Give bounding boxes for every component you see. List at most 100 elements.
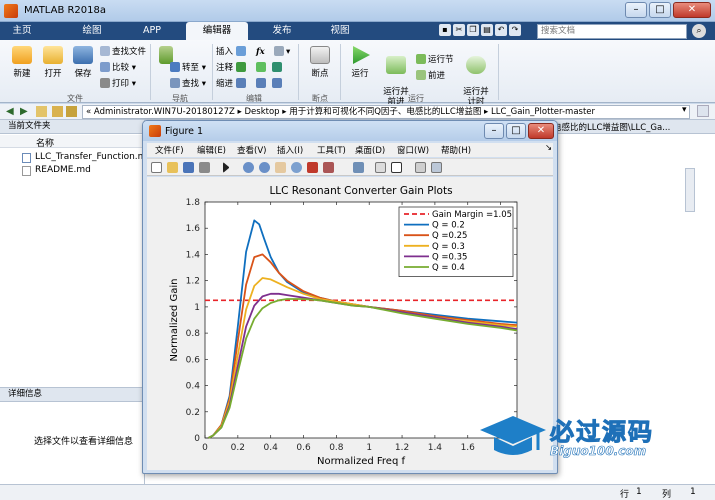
colorbar-icon[interactable] <box>375 162 386 173</box>
tab-view[interactable]: 视图 <box>320 22 360 40</box>
insert-button[interactable]: 插入 <box>216 46 248 58</box>
menu-dock-icon[interactable]: ↘ <box>545 143 552 153</box>
m-file-icon <box>22 153 31 163</box>
file-list-item[interactable]: LLC_Transfer_Function.m <box>22 152 146 164</box>
cut-quick-icon[interactable]: ✂ <box>453 24 465 36</box>
compare-button[interactable]: 比较 ▾ <box>100 62 136 74</box>
percent-comment-icon <box>235 62 246 72</box>
tab-plots[interactable]: 绘图 <box>72 22 112 40</box>
link-plot-icon[interactable] <box>353 162 364 173</box>
y-tick-label: 0.6 <box>186 355 201 365</box>
advance-button[interactable]: 前进 <box>416 70 445 82</box>
run-and-time-button[interactable]: 运行并 计时 <box>460 46 492 107</box>
open-button[interactable]: 打开 <box>40 46 66 79</box>
maximize-button[interactable]: □ <box>649 2 671 18</box>
menu-tools[interactable]: 工具(T) <box>317 144 346 156</box>
figure-minimize-button[interactable]: – <box>484 123 504 139</box>
insert-icon <box>235 46 246 56</box>
save-button[interactable]: 保存 <box>70 46 96 79</box>
format-button[interactable]: ▾ <box>274 46 290 58</box>
brush-icon[interactable] <box>323 162 334 173</box>
menu-help[interactable]: 帮助(H) <box>441 144 471 156</box>
up-folder-icon[interactable] <box>36 106 47 117</box>
search-folder-icon[interactable] <box>697 105 709 117</box>
wrap-comment-button[interactable] <box>272 62 284 74</box>
browse-folder-icon[interactable] <box>52 106 63 117</box>
print-button[interactable]: 打印 ▾ <box>100 78 136 90</box>
run-section-button[interactable]: 运行节 <box>416 54 454 66</box>
rotate-3d-icon[interactable] <box>291 162 302 173</box>
y-tick-label: 0.8 <box>186 329 201 339</box>
tab-home[interactable]: 主页 <box>2 22 42 40</box>
indent-button[interactable]: 缩进 <box>216 78 248 90</box>
magnifier-icon <box>170 78 180 88</box>
uncomment-icon <box>256 62 266 72</box>
find-files-button[interactable]: 查找文件 <box>100 46 146 58</box>
figure-maximize-button[interactable]: □ <box>506 123 526 139</box>
legend-entry: Q = 0.2 <box>432 221 465 231</box>
legend-icon[interactable] <box>391 162 402 173</box>
copy-quick-icon[interactable]: ❐ <box>467 24 479 36</box>
new-button[interactable]: 新建 <box>8 46 36 79</box>
new-figure-icon[interactable] <box>151 162 162 173</box>
menu-edit[interactable]: 编辑(E) <box>197 144 226 156</box>
x-tick-label: 0.2 <box>231 443 245 453</box>
group-label-run: 运行 <box>408 94 424 103</box>
file-list-item[interactable]: README.md <box>22 165 142 177</box>
vertical-scrollbar[interactable] <box>685 168 695 212</box>
close-button[interactable]: ✕ <box>673 2 711 18</box>
menu-window[interactable]: 窗口(W) <box>397 144 429 156</box>
data-cursor-icon[interactable] <box>307 162 318 173</box>
row-label: 行 <box>620 490 630 500</box>
breakpoints-button[interactable]: 断点 <box>305 46 335 79</box>
minimize-button[interactable]: – <box>625 2 647 18</box>
y-axis-label: Normalized Gain <box>169 279 180 362</box>
path-dropdown-icon[interactable]: ▾ <box>682 105 687 115</box>
redo-quick-icon[interactable]: ↷ <box>509 24 521 36</box>
increase-indent-button[interactable] <box>256 78 268 90</box>
help-search-icon[interactable]: ⌕ <box>692 24 706 38</box>
paste-quick-icon[interactable]: ▤ <box>481 24 493 36</box>
pan-hand-icon[interactable] <box>275 162 286 173</box>
tab-publish[interactable]: 发布 <box>262 22 302 40</box>
zoom-out-icon[interactable] <box>259 162 270 173</box>
decrease-indent-button[interactable] <box>272 78 284 90</box>
save-quick-icon[interactable]: ▪ <box>439 24 451 36</box>
advance-icon <box>416 70 426 80</box>
open-file-icon[interactable] <box>167 162 178 173</box>
search-documentation-input[interactable]: 搜索文档 <box>537 24 687 39</box>
details-title: 详细信息 <box>0 388 144 402</box>
find-button[interactable]: 查找 ▾ <box>170 78 206 90</box>
graduation-cap-icon <box>480 416 546 455</box>
show-plot-tools-icon[interactable] <box>431 162 442 173</box>
menu-insert[interactable]: 插入(I) <box>277 144 303 156</box>
y-tick-label: 0 <box>194 434 200 444</box>
undo-quick-icon[interactable]: ↶ <box>495 24 507 36</box>
comment-button[interactable]: 注释 <box>216 62 248 74</box>
menu-view[interactable]: 查看(V) <box>237 144 266 156</box>
menu-desktop[interactable]: 桌面(D) <box>355 144 385 156</box>
y-tick-label: 1.2 <box>186 277 200 287</box>
back-arrow-icon[interactable]: ◀ <box>6 106 14 117</box>
name-column-header[interactable]: 名称 <box>36 136 54 149</box>
tab-editor[interactable]: 编辑器 <box>186 22 248 40</box>
column-header-row: 名称 <box>0 135 144 149</box>
tab-apps[interactable]: APP <box>132 22 172 40</box>
current-folder-path[interactable]: « Administrator.WIN7U-20180127Z ▸ Deskto… <box>82 105 690 119</box>
fx-button[interactable]: fx <box>256 46 265 58</box>
print-figure-icon[interactable] <box>199 162 210 173</box>
legend-entry: Q =0.35 <box>432 252 467 262</box>
run-button[interactable]: 运行 <box>346 46 374 79</box>
forward-arrow-icon[interactable]: ▶ <box>20 106 28 117</box>
figure-close-button[interactable]: ✕ <box>528 123 554 139</box>
menu-file[interactable]: 文件(F) <box>155 144 184 156</box>
pointer-icon[interactable] <box>223 162 229 173</box>
zoom-in-icon[interactable] <box>243 162 254 173</box>
hide-plot-tools-icon[interactable] <box>415 162 426 173</box>
goto-button[interactable]: 转至 ▾ <box>170 62 206 74</box>
address-bar: ◀ ▶ « Administrator.WIN7U-20180127Z ▸ De… <box>0 104 715 120</box>
watermark: 必过源码 Biguo100.com <box>478 410 678 466</box>
uncomment-button[interactable] <box>256 62 268 74</box>
current-folder-title: 当前文件夹 <box>0 120 144 134</box>
save-figure-icon[interactable] <box>183 162 194 173</box>
